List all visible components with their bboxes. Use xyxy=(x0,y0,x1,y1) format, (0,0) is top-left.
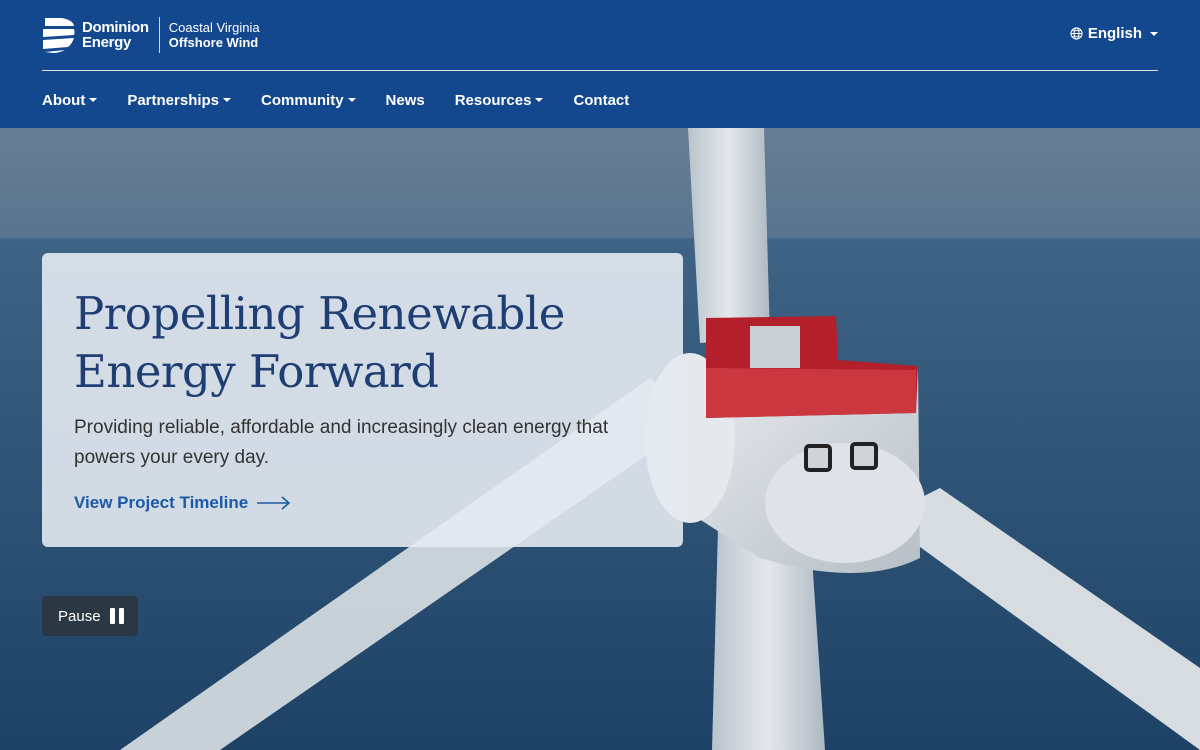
logo-brand-text: Dominion Energy xyxy=(82,20,149,50)
pause-icon xyxy=(109,608,128,624)
language-selector[interactable]: English xyxy=(1070,25,1158,42)
hero-title-line1: Propelling Renewable xyxy=(74,287,565,340)
nav-item-resources[interactable]: Resources xyxy=(455,92,544,109)
chevron-down-icon xyxy=(89,98,98,102)
hero-title-line2: Energy Forward xyxy=(74,345,439,398)
nav-item-contact[interactable]: Contact xyxy=(573,92,629,109)
hero-section: Propelling Renewable Energy Forward Prov… xyxy=(0,128,1200,750)
hero-card: Propelling Renewable Energy Forward Prov… xyxy=(42,253,683,547)
nav-item-label: Resources xyxy=(454,91,532,109)
nav-item-news[interactable]: News xyxy=(386,92,425,109)
nav-item-label: News xyxy=(385,91,425,109)
chevron-down-icon xyxy=(535,98,544,102)
chevron-down-icon xyxy=(223,98,232,102)
nav-item-label: About xyxy=(42,91,86,109)
site-logo[interactable]: Dominion Energy Coastal Virginia Offshor… xyxy=(42,16,260,54)
hero-description: Providing reliable, affordable and incre… xyxy=(74,417,609,468)
globe-icon xyxy=(1070,27,1083,40)
chevron-down-icon xyxy=(1150,31,1158,36)
logo-sub-line2: Offshore Wind xyxy=(168,35,259,50)
main-nav: About Partnerships Community News Resour… xyxy=(42,90,659,110)
nav-item-label: Partnerships xyxy=(127,91,220,109)
site-header: Dominion Energy Coastal Virginia Offshor… xyxy=(0,0,1200,128)
nav-item-label: Community xyxy=(261,91,344,109)
view-project-timeline-link[interactable]: View Project Timeline xyxy=(74,493,651,513)
header-top-bar: Dominion Energy Coastal Virginia Offshor… xyxy=(42,14,1158,71)
logo-divider xyxy=(158,17,160,53)
nav-item-partnerships[interactable]: Partnerships xyxy=(127,91,232,109)
nav-item-about[interactable]: About xyxy=(42,91,98,109)
nav-item-label: Contact xyxy=(573,91,630,109)
pause-button[interactable]: Pause xyxy=(42,596,138,636)
pause-label: Pause xyxy=(58,607,101,625)
hero-title: Propelling Renewable Energy Forward xyxy=(74,285,651,401)
logo-brand-line2: Energy xyxy=(82,34,132,51)
logo-sub-line1: Coastal Virginia xyxy=(168,20,260,35)
chevron-down-icon xyxy=(347,98,356,102)
link-label: View Project Timeline xyxy=(74,493,249,512)
arrow-right-icon xyxy=(257,496,291,510)
dominion-logo-icon xyxy=(43,18,75,53)
language-label: English xyxy=(1087,25,1142,42)
logo-brand-line1: Dominion xyxy=(82,19,149,36)
logo-subtitle: Coastal Virginia Offshore Wind xyxy=(169,20,260,50)
nav-item-community[interactable]: Community xyxy=(261,92,356,109)
